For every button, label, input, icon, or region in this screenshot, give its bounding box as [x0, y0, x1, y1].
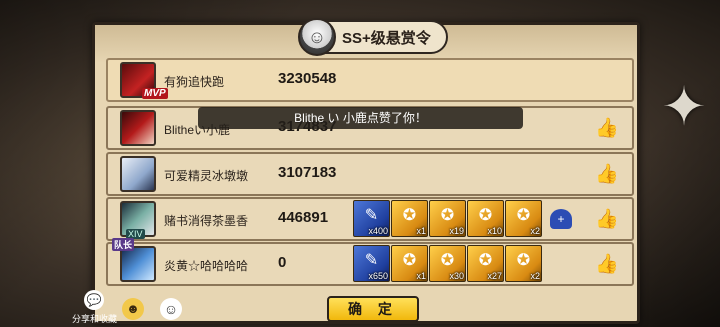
player-score: 446891 — [278, 209, 329, 226]
player-avatar[interactable] — [120, 110, 156, 146]
token-reward-icon[interactable]: ✪ x2 — [505, 245, 542, 282]
token-reward-icon[interactable]: ✪ x19 — [429, 200, 466, 237]
confirm-button[interactable]: 确 定 — [327, 296, 419, 322]
player-row: 可爱精灵冰墩墩 3107183 👍 — [106, 152, 634, 196]
reward-list: ✎ x650 ✪ x1 ✪ x30 ✪ x27 ✪ x2 — [353, 245, 542, 283]
like-thumbs-up-icon[interactable]: 👍 — [594, 208, 620, 232]
like-thumbs-up-icon[interactable]: 👍 — [594, 163, 620, 187]
player-score: 3230548 — [278, 70, 337, 87]
player-avatar[interactable] — [120, 156, 156, 192]
emote-smile-icon[interactable]: ☺ — [160, 298, 182, 320]
share-button[interactable]: 💬 分享和收藏 — [72, 290, 118, 326]
share-speech-icon: 💬 — [84, 290, 104, 310]
like-thumbs-up-icon[interactable]: 👍 — [594, 117, 620, 141]
token-reward-icon[interactable]: ✪ x1 — [391, 200, 428, 237]
page-title: SS+级悬赏令 — [342, 29, 431, 47]
player-name: 炎黄☆哈哈哈哈 — [164, 259, 249, 273]
token-reward-icon[interactable]: ✪ x2 — [505, 200, 542, 237]
like-thumbs-up-icon[interactable]: 👍 — [594, 253, 620, 277]
token-reward-icon[interactable]: ✪ x10 — [467, 200, 504, 237]
shuriken-icon: ✦ — [661, 77, 707, 137]
player-avatar[interactable] — [120, 246, 156, 282]
emote-thumbs-icon[interactable]: ☻ — [122, 298, 144, 320]
masked-ninja-avatar-icon: ☺ — [298, 18, 336, 56]
player-score: 0 — [278, 254, 287, 271]
scroll-reward-icon[interactable]: ✎ x650 — [353, 245, 390, 282]
player-name: 有狗追快跑 — [164, 75, 225, 89]
player-row: XIV 赌书消得茶墨香 446891 ✎ x400 ✪ x1 ✪ x19 ✪ x10 ✪… — [106, 197, 634, 241]
captain-badge: 队长 — [112, 238, 135, 251]
like-notification-toast: Blithe い 小鹿点赞了你！ — [198, 107, 523, 129]
player-row: MVP 有狗追快跑 3230548 — [106, 58, 634, 102]
title-badge: ☺ SS+级悬赏令 — [298, 18, 448, 56]
player-name: 可爱精灵冰墩墩 — [164, 169, 249, 183]
reward-list: ✎ x400 ✪ x1 ✪ x19 ✪ x10 ✪ x2 — [353, 200, 542, 238]
share-label: 分享和收藏 — [72, 314, 118, 324]
token-reward-icon[interactable]: ✪ x1 — [391, 245, 428, 282]
token-reward-icon[interactable]: ✪ x27 — [467, 245, 504, 282]
add-friend-icon[interactable]: + — [550, 209, 572, 229]
player-score: 3107183 — [278, 164, 337, 181]
player-name: 赌书消得茶墨香 — [164, 214, 249, 228]
token-reward-icon[interactable]: ✪ x30 — [429, 245, 466, 282]
scroll-reward-icon[interactable]: ✎ x400 — [353, 200, 390, 237]
player-row: 队长 炎黄☆哈哈哈哈 0 ✎ x650 ✪ x1 ✪ x30 ✪ x27 ✪ x2 👍 — [106, 238, 634, 286]
